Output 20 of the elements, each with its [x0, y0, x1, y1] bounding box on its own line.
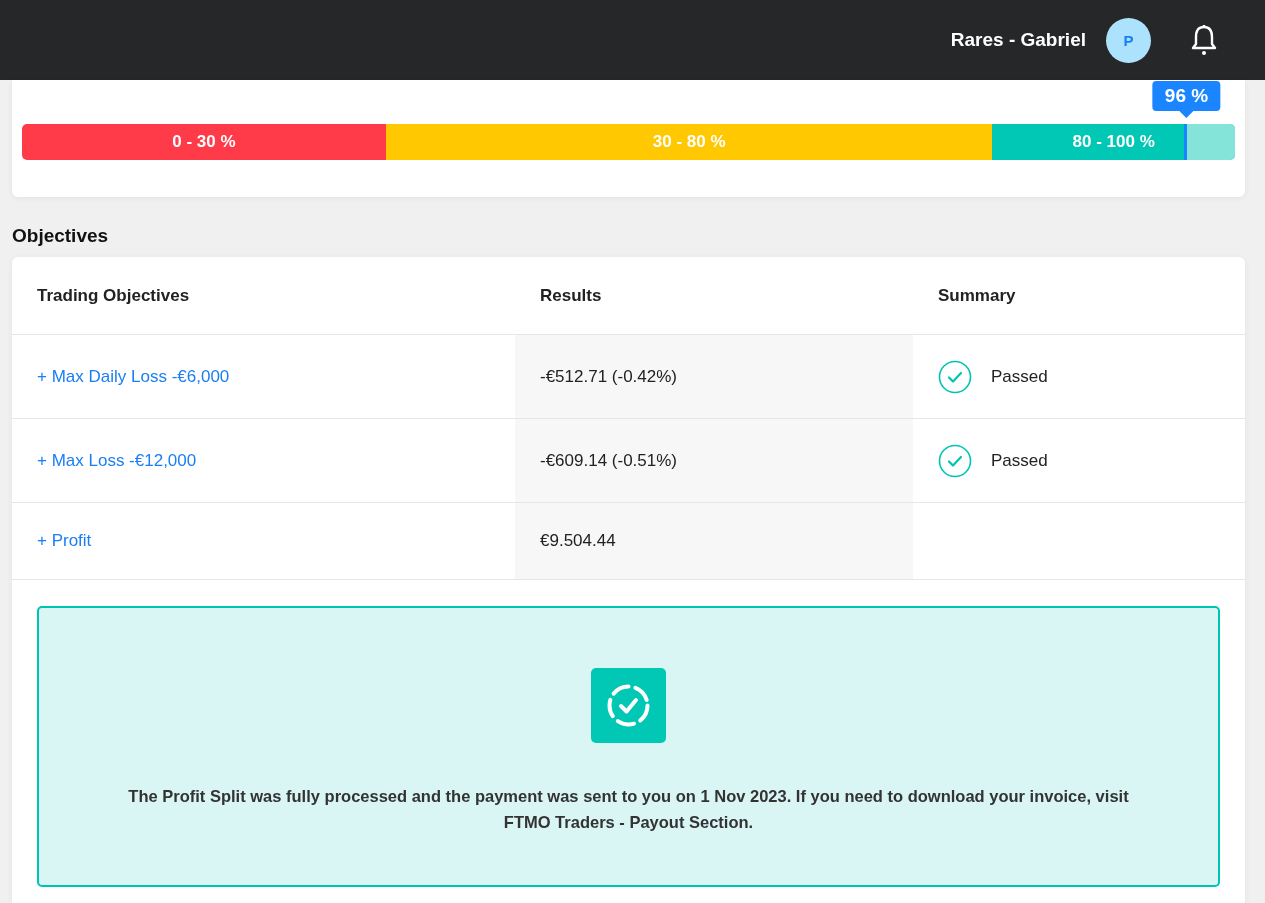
notification-bell-icon[interactable]	[1189, 24, 1219, 56]
range-segment: 0 - 30 %	[22, 124, 386, 160]
notice-text: The Profit Split was fully processed and the payment was sent to you on 1 Nov 2023. If you need to download your invoice, visit FTMO Traders - Payout Section.	[127, 786, 1130, 834]
result-cell: -€609.14 (-0.51%)	[515, 419, 913, 502]
user-name: Rares - Gabriel	[950, 29, 1086, 51]
column-header: Results	[539, 284, 603, 307]
column-header: Summary	[937, 284, 1017, 307]
section-title: Objectives	[12, 225, 110, 247]
avatar[interactable]: P	[1106, 17, 1151, 63]
summary-text: Passed	[991, 366, 1048, 387]
progress-tooltip: 96 %	[1152, 81, 1221, 118]
column-header: Trading Objectives	[36, 284, 191, 307]
result-cell: -€512.71 (-0.42%)	[515, 335, 913, 418]
result-cell: €9.504.44	[515, 503, 913, 579]
objective-link[interactable]: + Max Daily Loss -€6,000	[37, 366, 230, 387]
summary-text: Passed	[991, 450, 1048, 471]
dashed-check-icon	[591, 668, 666, 743]
objective-link[interactable]: + Max Loss -€12,000	[37, 450, 197, 471]
range-segment: 30 - 80 %	[385, 124, 993, 160]
objective-link[interactable]: + Profit	[37, 531, 92, 551]
